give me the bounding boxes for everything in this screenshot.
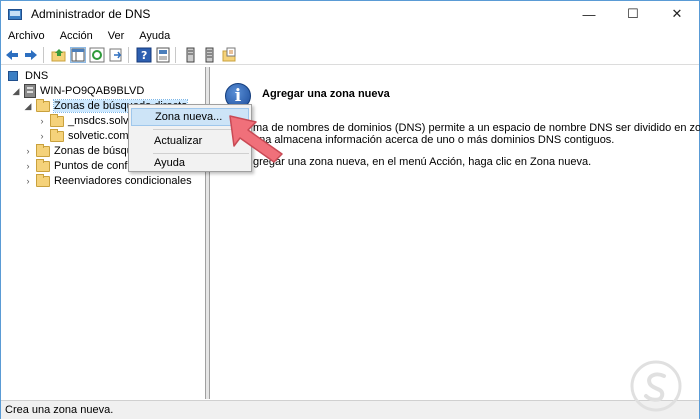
title-bar: Administrador de DNS — ☐ ✕: [1, 1, 699, 27]
chevron-down-icon[interactable]: ◢: [23, 101, 33, 111]
status-bar: Crea una zona nueva.: [1, 400, 699, 419]
tree-label: Reenviadores condicionales: [54, 175, 192, 187]
chevron-right-icon[interactable]: ›: [23, 146, 33, 156]
chevron-right-icon[interactable]: ›: [23, 161, 33, 171]
chevron-right-icon[interactable]: ›: [37, 116, 47, 126]
folder-icon: [36, 173, 50, 187]
tree-node-dns-root[interactable]: DNS: [7, 68, 48, 84]
folder-icon: [36, 143, 50, 157]
folder-icon: [36, 158, 50, 172]
chevron-right-icon[interactable]: ›: [37, 131, 47, 141]
status-text: Crea una zona nueva.: [5, 404, 114, 416]
dns-app-icon: [8, 6, 24, 22]
toolbar-separator: [175, 46, 176, 63]
svg-text:?: ?: [141, 49, 147, 62]
menu-accion[interactable]: Acción: [53, 30, 101, 42]
forward-arrow-icon[interactable]: [23, 47, 39, 63]
properties-icon[interactable]: [155, 47, 171, 63]
tree-label: Puntos de confiar: [54, 160, 140, 172]
window-title: Administrador de DNS: [31, 7, 151, 21]
menu-ver[interactable]: Ver: [101, 30, 133, 42]
tree-label: solvetic.com: [68, 130, 129, 142]
chevron-down-icon[interactable]: ◢: [11, 86, 21, 96]
refresh-icon[interactable]: [89, 47, 105, 63]
export-list-icon[interactable]: [108, 47, 124, 63]
help-icon[interactable]: ?: [136, 47, 152, 63]
tree-node-conditional-forwarders[interactable]: › Reenviadores condicionales: [23, 173, 192, 189]
info-title: Agregar una zona nueva: [262, 88, 390, 100]
tree-node-server[interactable]: ◢ WIN-PO9QAB9BLVD: [11, 83, 144, 99]
tree-node-reverse-zones[interactable]: › Zonas de búsqued: [23, 143, 145, 159]
window-controls: — ☐ ✕: [567, 1, 699, 27]
folder-icon: [50, 113, 64, 127]
close-button[interactable]: ✕: [655, 1, 699, 27]
toolbar-separator: [43, 46, 44, 63]
menu-archivo[interactable]: Archivo: [1, 30, 53, 42]
tree-node-msdcs[interactable]: › _msdcs.solveti: [37, 113, 140, 129]
maximize-button[interactable]: ☐: [611, 1, 655, 27]
tree-label: WIN-PO9QAB9BLVD: [40, 85, 145, 97]
show-hide-tree-icon[interactable]: [70, 46, 86, 63]
up-folder-icon[interactable]: [51, 47, 67, 63]
info-text-line: ma de nombres de dominios (DNS) permite …: [253, 122, 700, 134]
pointer-arrow-icon: [229, 115, 283, 163]
site-logo-icon: [630, 360, 682, 412]
server-records-icon[interactable]: [202, 47, 218, 63]
info-text-line: ona almacena información acerca de uno o…: [253, 134, 615, 146]
tree-node-solvetic[interactable]: › solvetic.com: [37, 128, 129, 144]
zone-properties-icon[interactable]: [221, 47, 237, 63]
menu-bar: Archivo Acción Ver Ayuda: [1, 27, 699, 45]
folder-icon: [50, 128, 64, 142]
dns-manager-window: Administrador de DNS — ☐ ✕ Archivo Acció…: [0, 0, 700, 419]
folder-icon: [36, 98, 50, 112]
tree-label: DNS: [25, 70, 49, 82]
toolbar-separator: [128, 46, 129, 63]
info-text-line: gregar una zona nueva, en el menú Acción…: [253, 156, 592, 168]
chevron-right-icon[interactable]: ›: [23, 176, 33, 186]
tree-node-trust-points[interactable]: › Puntos de confiar: [23, 158, 140, 174]
minimize-button[interactable]: —: [567, 1, 611, 27]
back-arrow-icon[interactable]: [4, 47, 20, 63]
server-icon: [24, 84, 36, 98]
menu-ayuda[interactable]: Ayuda: [132, 30, 178, 42]
server-list-icon[interactable]: [183, 47, 199, 63]
toolbar: ?: [1, 45, 699, 65]
dns-icon: [7, 69, 21, 83]
